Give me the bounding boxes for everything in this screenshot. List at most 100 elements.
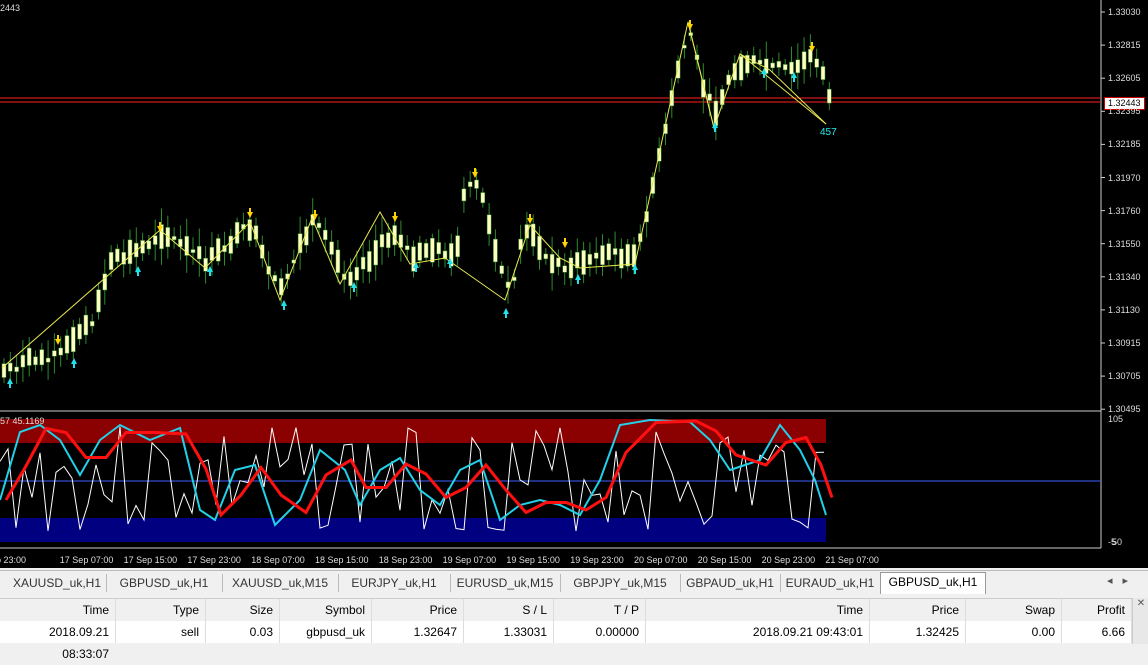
symbol-label: 2443 — [0, 3, 21, 13]
candle — [814, 58, 819, 68]
candle — [467, 181, 473, 187]
column-header[interactable]: Profit — [1062, 599, 1132, 621]
candle — [461, 188, 467, 202]
zigzag-segment — [687, 21, 715, 129]
table-row[interactable]: 2018.09.21 08:33:07 sell 0.03 gbpusd_uk 1.32… — [0, 621, 1148, 661]
candle — [625, 243, 630, 267]
tab-chart[interactable]: EURJPY_uk,H1 — [338, 574, 451, 592]
candle — [209, 247, 215, 261]
candle — [329, 241, 334, 255]
tab-chart[interactable]: GBPUSD_uk,H1 — [106, 574, 223, 592]
table-cell: 1.33031 — [464, 621, 554, 643]
candle — [215, 238, 221, 262]
column-header[interactable]: Symbol — [280, 599, 372, 621]
candle — [33, 356, 38, 366]
column-header[interactable]: Size — [206, 599, 280, 621]
candle — [801, 51, 807, 70]
table-cell: 2018.09.21 09:43:01 — [646, 621, 870, 643]
table-cell: gbpusd_uk — [280, 621, 372, 643]
table-cell: 0.00000 — [554, 621, 646, 643]
tab-chart[interactable]: EURUSD_uk,M15 — [450, 574, 561, 592]
tab-chart[interactable]: GBPUSD_uk,H1 — [880, 572, 986, 594]
candle — [493, 238, 498, 263]
close-icon[interactable]: ✕ — [1132, 598, 1148, 644]
zigzag-value: 457 — [820, 127, 837, 138]
zigzag-line — [1, 21, 827, 369]
column-header[interactable]: Type — [116, 599, 206, 621]
candle — [89, 321, 95, 327]
candle — [234, 221, 240, 244]
tab-scroll-arrows[interactable]: ◂▸ — [1107, 574, 1138, 587]
price-tick-label: 1.31550 — [1108, 238, 1141, 249]
candle — [96, 289, 101, 313]
tab-chart[interactable]: GBPJPY_uk,M15 — [560, 574, 681, 592]
candle — [593, 252, 599, 259]
price-tick-label: 1.32815 — [1108, 40, 1141, 51]
tab-chart[interactable]: XAUUSD_uk,M15 — [222, 574, 339, 592]
price-tick-label: 1.32605 — [1108, 73, 1141, 84]
column-header[interactable]: Price — [372, 599, 464, 621]
candle — [52, 350, 57, 357]
indicator-tick-label: 105 — [1108, 414, 1124, 424]
price-chart[interactable]: 2443 57 45.1169 1.32443 457 1.33030 1.328… — [0, 0, 1148, 568]
chevron-right-icon[interactable]: ▸ — [1122, 575, 1138, 587]
price-tick-label: 1.31130 — [1108, 304, 1140, 315]
candle — [820, 66, 826, 80]
time-tick-label: 20 Sep 15:00 — [697, 555, 752, 565]
candle — [348, 271, 353, 287]
candle — [549, 253, 555, 274]
price-tick-label: 1.30495 — [1108, 404, 1141, 415]
table-cell: sell — [116, 621, 206, 643]
candle — [102, 273, 108, 291]
table-cell: 1.32647 — [372, 621, 464, 643]
oversold-zone — [0, 518, 826, 542]
candle — [499, 265, 504, 274]
candle — [367, 251, 372, 272]
tab-chart[interactable]: XAUUSD_uk,H1 — [8, 574, 107, 592]
candle — [581, 250, 586, 275]
candle — [354, 266, 360, 281]
candle — [474, 179, 479, 189]
candle — [115, 248, 120, 263]
chart-canvas[interactable] — [0, 0, 1148, 568]
candle — [360, 256, 366, 270]
candle — [45, 357, 51, 363]
tab-chart[interactable]: EURAUD_uk,H1 — [780, 574, 881, 592]
candle — [386, 232, 391, 249]
candle — [417, 242, 423, 261]
candle — [707, 93, 712, 101]
column-header[interactable]: Price — [870, 599, 966, 621]
time-tick-label: 19 Sep 23:00 — [570, 555, 624, 565]
time-tick-label: 17 Sep 15:00 — [123, 555, 178, 565]
candle — [827, 88, 832, 104]
price-tick-label: 1.31760 — [1108, 205, 1141, 216]
candle — [152, 235, 158, 245]
chart-tab-bar: XAUUSD_uk,H1 GBPUSD_uk,H1 XAUUSD_uk,M15 EUR… — [0, 570, 1148, 595]
candle — [379, 234, 385, 248]
candle — [8, 362, 13, 372]
candle — [600, 245, 605, 266]
column-header[interactable]: S / L — [464, 599, 554, 621]
candle — [323, 229, 328, 240]
tab-chart[interactable]: GBPAUD_uk,H1 — [680, 574, 781, 592]
column-header[interactable]: Time — [0, 599, 116, 621]
time-tick-label: 18 Sep 15:00 — [315, 555, 369, 565]
chevron-left-icon[interactable]: ◂ — [1107, 575, 1123, 587]
price-tick-label: 1.31340 — [1108, 271, 1141, 282]
candle — [770, 62, 775, 69]
candle — [83, 314, 89, 336]
candle — [127, 239, 133, 265]
table-cell: 6.66 — [1062, 621, 1132, 643]
price-tick-label: 1.30915 — [1108, 338, 1141, 348]
candle — [436, 242, 441, 255]
column-header[interactable]: T / P — [554, 599, 646, 621]
candle — [64, 335, 70, 354]
time-tick-label: p 23:00 — [0, 555, 27, 565]
column-header[interactable]: Swap — [966, 599, 1062, 621]
candle — [108, 252, 114, 270]
candle — [203, 258, 208, 272]
table-cell: 1.32425 — [870, 621, 966, 643]
candle — [480, 192, 486, 204]
column-header[interactable]: Time — [646, 599, 870, 621]
candle — [335, 249, 341, 274]
